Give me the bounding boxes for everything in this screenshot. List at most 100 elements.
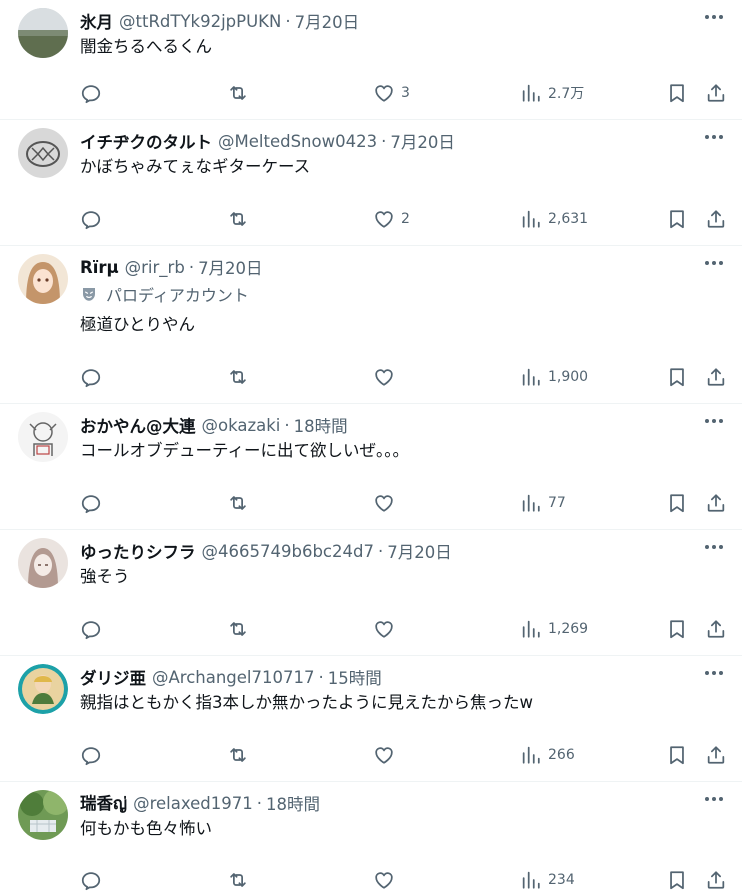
bookmark-button[interactable]: [666, 617, 688, 641]
views-icon: [522, 871, 540, 889]
timestamp[interactable]: 7月20日: [390, 129, 455, 153]
separator-dot: ·: [377, 541, 384, 561]
display-name[interactable]: ダリジ亜: [80, 665, 146, 689]
display-name[interactable]: ゆったりシフラ: [80, 539, 196, 563]
user-handle[interactable]: @rir_rb: [125, 258, 185, 277]
views-button[interactable]: 77: [520, 491, 566, 515]
user-handle[interactable]: @MeltedSnow0423: [218, 132, 377, 151]
views-button[interactable]: 234: [520, 868, 575, 892]
reply-button[interactable]: [80, 743, 102, 767]
user-handle[interactable]: @relaxed1971: [133, 794, 253, 813]
reply-button[interactable]: [80, 207, 102, 231]
timestamp[interactable]: 18時間: [294, 413, 348, 437]
bookmark-button[interactable]: [666, 743, 688, 767]
like-button[interactable]: 2: [373, 207, 410, 231]
user-handle[interactable]: @Archangel710717: [152, 668, 315, 687]
display-name[interactable]: イチヂクのタルト: [80, 129, 212, 153]
reply-button[interactable]: [80, 81, 102, 105]
tweet[interactable]: おかやん@大連 @okazaki · 18時間 コールオブデューティーに出て欲し…: [0, 404, 742, 530]
more-icon[interactable]: [702, 254, 726, 272]
share-button[interactable]: [705, 491, 727, 515]
view-count: 2,631: [548, 211, 589, 227]
retweet-button[interactable]: [227, 207, 249, 231]
timestamp[interactable]: 7月20日: [295, 9, 360, 33]
bookmark-button[interactable]: [666, 207, 688, 231]
retweet-button[interactable]: [227, 365, 249, 389]
views-icon: [522, 620, 540, 638]
share-button[interactable]: [705, 365, 727, 389]
timestamp[interactable]: 7月20日: [198, 255, 263, 279]
more-icon[interactable]: [702, 128, 726, 146]
views-button[interactable]: 1,269: [520, 617, 588, 641]
heart-icon: [375, 872, 393, 889]
user-handle[interactable]: @4665749b6bc24d7: [202, 542, 374, 561]
display-name[interactable]: 瑞香ญ่: [80, 790, 127, 817]
more-icon[interactable]: [702, 412, 726, 430]
timestamp[interactable]: 18時間: [266, 791, 320, 815]
tweet[interactable]: 氷月 @ttRdTYk92jpPUKN · 7月20日 闇金ちるへるくん 3 2…: [0, 0, 742, 120]
like-button[interactable]: [373, 743, 401, 767]
separator-dot: ·: [381, 131, 387, 151]
tweet[interactable]: ゆったりシフラ @4665749b6bc24d7 · 7月20日 強そう 1,2…: [0, 530, 742, 656]
heart-icon: [375, 211, 393, 228]
like-button[interactable]: [373, 868, 401, 892]
like-button[interactable]: [373, 365, 401, 389]
display-name[interactable]: 氷月: [80, 9, 113, 33]
avatar[interactable]: [18, 128, 68, 178]
like-button[interactable]: [373, 491, 401, 515]
avatar[interactable]: [18, 664, 68, 714]
views-button[interactable]: 2,631: [520, 207, 588, 231]
display-name[interactable]: Rїrμ: [80, 258, 119, 277]
bookmark-button[interactable]: [666, 868, 688, 892]
more-icon[interactable]: [702, 538, 726, 556]
reply-button[interactable]: [80, 868, 102, 892]
like-button[interactable]: 3: [373, 81, 410, 105]
view-count: 77: [548, 495, 566, 511]
views-icon: [522, 84, 540, 102]
share-icon: [707, 368, 725, 386]
reply-button[interactable]: [80, 365, 102, 389]
retweet-button[interactable]: [227, 743, 249, 767]
bookmark-button[interactable]: [666, 81, 688, 105]
reply-button[interactable]: [80, 491, 102, 515]
tweet[interactable]: イチヂクのタルト @MeltedSnow0423 · 7月20日 かぼちゃみてぇ…: [0, 120, 742, 246]
retweet-button[interactable]: [227, 617, 249, 641]
tweet[interactable]: 瑞香ญ่ @relaxed1971 · 18時間 何もかも色々怖い 234: [0, 782, 742, 895]
retweet-button[interactable]: [227, 868, 249, 892]
retweet-button[interactable]: [227, 491, 249, 515]
share-button[interactable]: [705, 617, 727, 641]
bookmark-button[interactable]: [666, 365, 688, 389]
tweet[interactable]: ダリジ亜 @Archangel710717 · 15時間 親指はともかく指3本し…: [0, 656, 742, 782]
more-icon[interactable]: [702, 790, 726, 808]
avatar[interactable]: [18, 790, 68, 840]
avatar[interactable]: [18, 538, 68, 588]
separator-dot: ·: [285, 11, 291, 31]
share-button[interactable]: [705, 743, 727, 767]
timestamp[interactable]: 15時間: [328, 665, 382, 689]
tweet-text: 何もかも色々怖い: [80, 819, 212, 838]
user-handle[interactable]: @ttRdTYk92jpPUKN: [119, 12, 281, 31]
avatar[interactable]: [18, 8, 68, 58]
retweet-button[interactable]: [227, 81, 249, 105]
share-button[interactable]: [705, 207, 727, 231]
views-button[interactable]: 1,900: [520, 365, 588, 389]
user-handle[interactable]: @okazaki: [202, 416, 281, 435]
avatar[interactable]: [18, 412, 68, 462]
share-button[interactable]: [705, 868, 727, 892]
heart-icon: [375, 369, 393, 386]
views-button[interactable]: 2.7万: [520, 81, 584, 105]
avatar[interactable]: [18, 254, 68, 304]
more-icon[interactable]: [702, 664, 726, 682]
views-button[interactable]: 266: [520, 743, 575, 767]
bookmark-button[interactable]: [666, 491, 688, 515]
heart-icon: [375, 495, 393, 512]
more-icon[interactable]: [702, 8, 726, 26]
tweet[interactable]: Rїrμ @rir_rb · 7月20日 パロディアカウント 極道ひとりやん 1…: [0, 246, 742, 404]
share-icon: [707, 620, 725, 638]
display-name[interactable]: おかやん@大連: [80, 413, 196, 437]
reply-button[interactable]: [80, 617, 102, 641]
timestamp[interactable]: 7月20日: [387, 539, 452, 563]
share-button[interactable]: [705, 81, 727, 105]
view-count: 1,269: [548, 621, 589, 637]
like-button[interactable]: [373, 617, 401, 641]
